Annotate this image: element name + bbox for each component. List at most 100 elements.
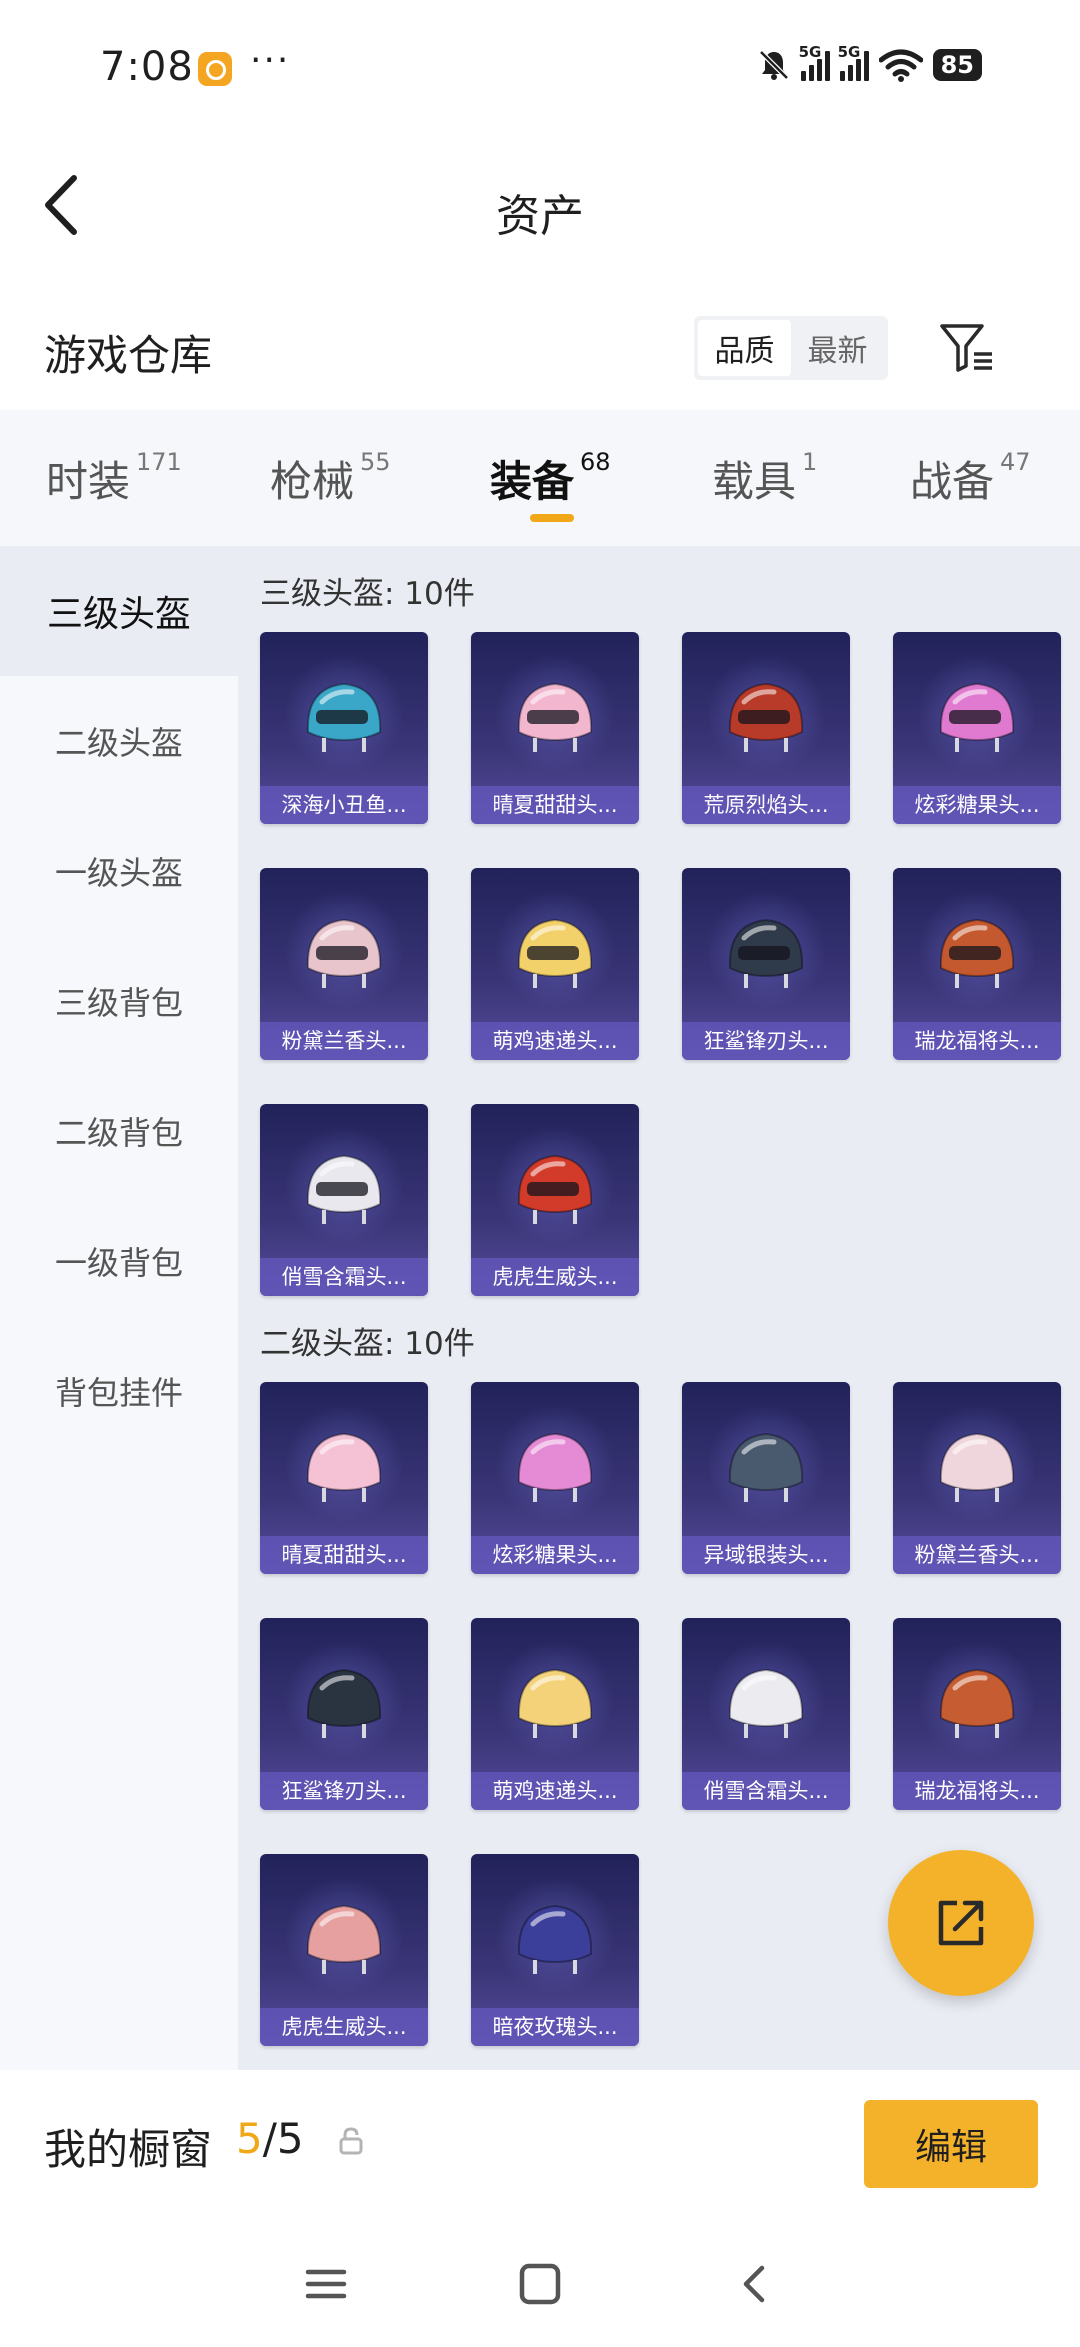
item-card-label: 异域银装头... bbox=[682, 1536, 850, 1574]
item-card-label: 瑞龙福将头... bbox=[893, 1772, 1061, 1810]
item-card[interactable]: 粉黛兰香头... bbox=[893, 1382, 1061, 1574]
item-card[interactable]: 虎虎生威头... bbox=[260, 1854, 428, 2046]
item-card-label: 俏雪含霜头... bbox=[260, 1258, 428, 1296]
item-card[interactable]: 深海小丑鱼... bbox=[260, 632, 428, 824]
item-card-label: 俏雪含霜头... bbox=[682, 1772, 850, 1810]
showcase-bar: 我的橱窗 5/5 编辑 bbox=[0, 2070, 1080, 2220]
battery-indicator: 85 bbox=[932, 49, 982, 81]
showcase-count: 5/5 bbox=[236, 2114, 304, 2163]
helmet-icon bbox=[939, 682, 1015, 752]
helmet-icon bbox=[517, 682, 593, 752]
item-card-label: 深海小丑鱼... bbox=[260, 786, 428, 824]
sidebar-item-level1-backpack[interactable]: 一级背包 bbox=[0, 1196, 238, 1326]
helmet-icon bbox=[517, 1668, 593, 1738]
item-card-label: 狂鲨锋刃头... bbox=[260, 1772, 428, 1810]
item-card-label: 萌鸡速递头... bbox=[471, 1022, 639, 1060]
share-export-icon bbox=[938, 1900, 984, 1946]
item-card-label: 荒原烈焰头... bbox=[682, 786, 850, 824]
helmet-icon bbox=[306, 1432, 382, 1502]
status-time: 7:08 bbox=[100, 44, 194, 90]
item-card-label: 萌鸡速递头... bbox=[471, 1772, 639, 1810]
item-card-label: 虎虎生威头... bbox=[260, 2008, 428, 2046]
item-card[interactable]: 晴夏甜甜头... bbox=[260, 1382, 428, 1574]
tab-fashion[interactable]: 时装 171 bbox=[46, 448, 182, 509]
item-card-label: 晴夏甜甜头... bbox=[260, 1536, 428, 1574]
warehouse-title: 游戏仓库 bbox=[44, 331, 213, 380]
edit-button[interactable]: 编辑 bbox=[864, 2100, 1038, 2188]
item-card-label: 粉黛兰香头... bbox=[260, 1022, 428, 1060]
signal-5g-icon-2: 5G bbox=[838, 43, 869, 81]
item-card[interactable]: 瑞龙福将头... bbox=[893, 868, 1061, 1060]
item-card-label: 炫彩糖果头... bbox=[471, 1536, 639, 1574]
helmet-icon bbox=[306, 1668, 382, 1738]
item-card-label: 粉黛兰香头... bbox=[893, 1536, 1061, 1574]
helmet-icon bbox=[306, 918, 382, 988]
active-tab-indicator bbox=[530, 514, 574, 522]
helmet-icon bbox=[939, 1432, 1015, 1502]
item-card[interactable]: 萌鸡速递头... bbox=[471, 1618, 639, 1810]
signal-5g-icon-1: 5G bbox=[799, 43, 830, 81]
helmet-icon bbox=[517, 1432, 593, 1502]
app-notification-icon bbox=[198, 52, 232, 86]
helmet-icon bbox=[939, 918, 1015, 988]
item-card[interactable]: 异域银装头... bbox=[682, 1382, 850, 1574]
status-bar: 7:08 ··· 5G 5G 85 bbox=[0, 0, 1080, 140]
helmet-icon bbox=[728, 1432, 804, 1502]
item-card[interactable]: 俏雪含霜头... bbox=[682, 1618, 850, 1810]
share-fab-button[interactable] bbox=[888, 1850, 1034, 1996]
helmet-icon bbox=[306, 1904, 382, 1974]
section-title: 二级头盔: 10件 bbox=[260, 1326, 475, 1362]
sort-by-newest-button[interactable]: 最新 bbox=[791, 320, 884, 376]
item-card-label: 狂鲨锋刃头... bbox=[682, 1022, 850, 1060]
helmet-icon bbox=[517, 918, 593, 988]
category-tabs: 时装 171 枪械 55 装备 68 载具 1 战备 47 bbox=[0, 410, 1080, 546]
sidebar-item-level2-helmet[interactable]: 二级头盔 bbox=[0, 676, 238, 806]
item-card[interactable]: 萌鸡速递头... bbox=[471, 868, 639, 1060]
item-card[interactable]: 俏雪含霜头... bbox=[260, 1104, 428, 1296]
lock-icon bbox=[339, 2127, 363, 2155]
item-card[interactable]: 粉黛兰香头... bbox=[260, 868, 428, 1060]
system-nav-bar bbox=[0, 2220, 1080, 2347]
sidebar-item-level3-backpack[interactable]: 三级背包 bbox=[0, 936, 238, 1066]
tab-equipment[interactable]: 装备 68 bbox=[490, 448, 611, 509]
sort-toggle: 品质 最新 bbox=[694, 316, 888, 380]
item-card[interactable]: 狂鲨锋刃头... bbox=[260, 1618, 428, 1810]
page-title: 资产 bbox=[496, 191, 584, 242]
helmet-icon bbox=[728, 682, 804, 752]
item-card-label: 炫彩糖果头... bbox=[893, 786, 1061, 824]
sidebar-item-level3-helmet[interactable]: 三级头盔 bbox=[0, 546, 238, 676]
sidebar-item-level2-backpack[interactable]: 二级背包 bbox=[0, 1066, 238, 1196]
home-icon[interactable] bbox=[512, 2256, 568, 2312]
menu-icon[interactable] bbox=[298, 2256, 354, 2312]
item-card[interactable]: 晴夏甜甜头... bbox=[471, 632, 639, 824]
item-card-label: 虎虎生威头... bbox=[471, 1258, 639, 1296]
item-card-label: 晴夏甜甜头... bbox=[471, 786, 639, 824]
item-grid: 三级头盔: 10件 二级头盔: 10件 深海小丑鱼... 晴夏甜甜头... 荒原烈焰… bbox=[238, 546, 1080, 2070]
subcategory-sidebar: 三级头盔 二级头盔 一级头盔 三级背包 二级背包 一级背包 背包挂件 bbox=[0, 546, 238, 2070]
section-title: 三级头盔: 10件 bbox=[260, 576, 475, 612]
item-card-label: 瑞龙福将头... bbox=[893, 1022, 1061, 1060]
item-card[interactable]: 虎虎生威头... bbox=[471, 1104, 639, 1296]
more-notifications-icon: ··· bbox=[250, 40, 291, 81]
item-card[interactable]: 暗夜玫瑰头... bbox=[471, 1854, 639, 2046]
helmet-icon bbox=[728, 918, 804, 988]
item-card[interactable]: 荒原烈焰头... bbox=[682, 632, 850, 824]
back-icon[interactable] bbox=[728, 2256, 784, 2312]
tab-firearms[interactable]: 枪械 55 bbox=[270, 448, 391, 509]
item-card[interactable]: 瑞龙福将头... bbox=[893, 1618, 1061, 1810]
helmet-icon bbox=[306, 682, 382, 752]
item-card-label: 暗夜玫瑰头... bbox=[471, 2008, 639, 2046]
helmet-icon bbox=[306, 1154, 382, 1224]
tab-supplies[interactable]: 战备 47 bbox=[910, 448, 1031, 509]
item-card[interactable]: 炫彩糖果头... bbox=[893, 632, 1061, 824]
sidebar-item-level1-helmet[interactable]: 一级头盔 bbox=[0, 806, 238, 936]
tab-vehicles[interactable]: 载具 1 bbox=[712, 448, 817, 509]
filter-icon[interactable] bbox=[936, 318, 996, 378]
showcase-label: 我的橱窗 bbox=[44, 2125, 213, 2174]
item-card[interactable]: 炫彩糖果头... bbox=[471, 1382, 639, 1574]
sidebar-item-backpack-charm[interactable]: 背包挂件 bbox=[0, 1326, 238, 1456]
wifi-icon bbox=[878, 49, 923, 82]
item-card[interactable]: 狂鲨锋刃头... bbox=[682, 868, 850, 1060]
sort-by-quality-button[interactable]: 品质 bbox=[698, 320, 791, 376]
mute-bell-icon bbox=[758, 50, 789, 80]
